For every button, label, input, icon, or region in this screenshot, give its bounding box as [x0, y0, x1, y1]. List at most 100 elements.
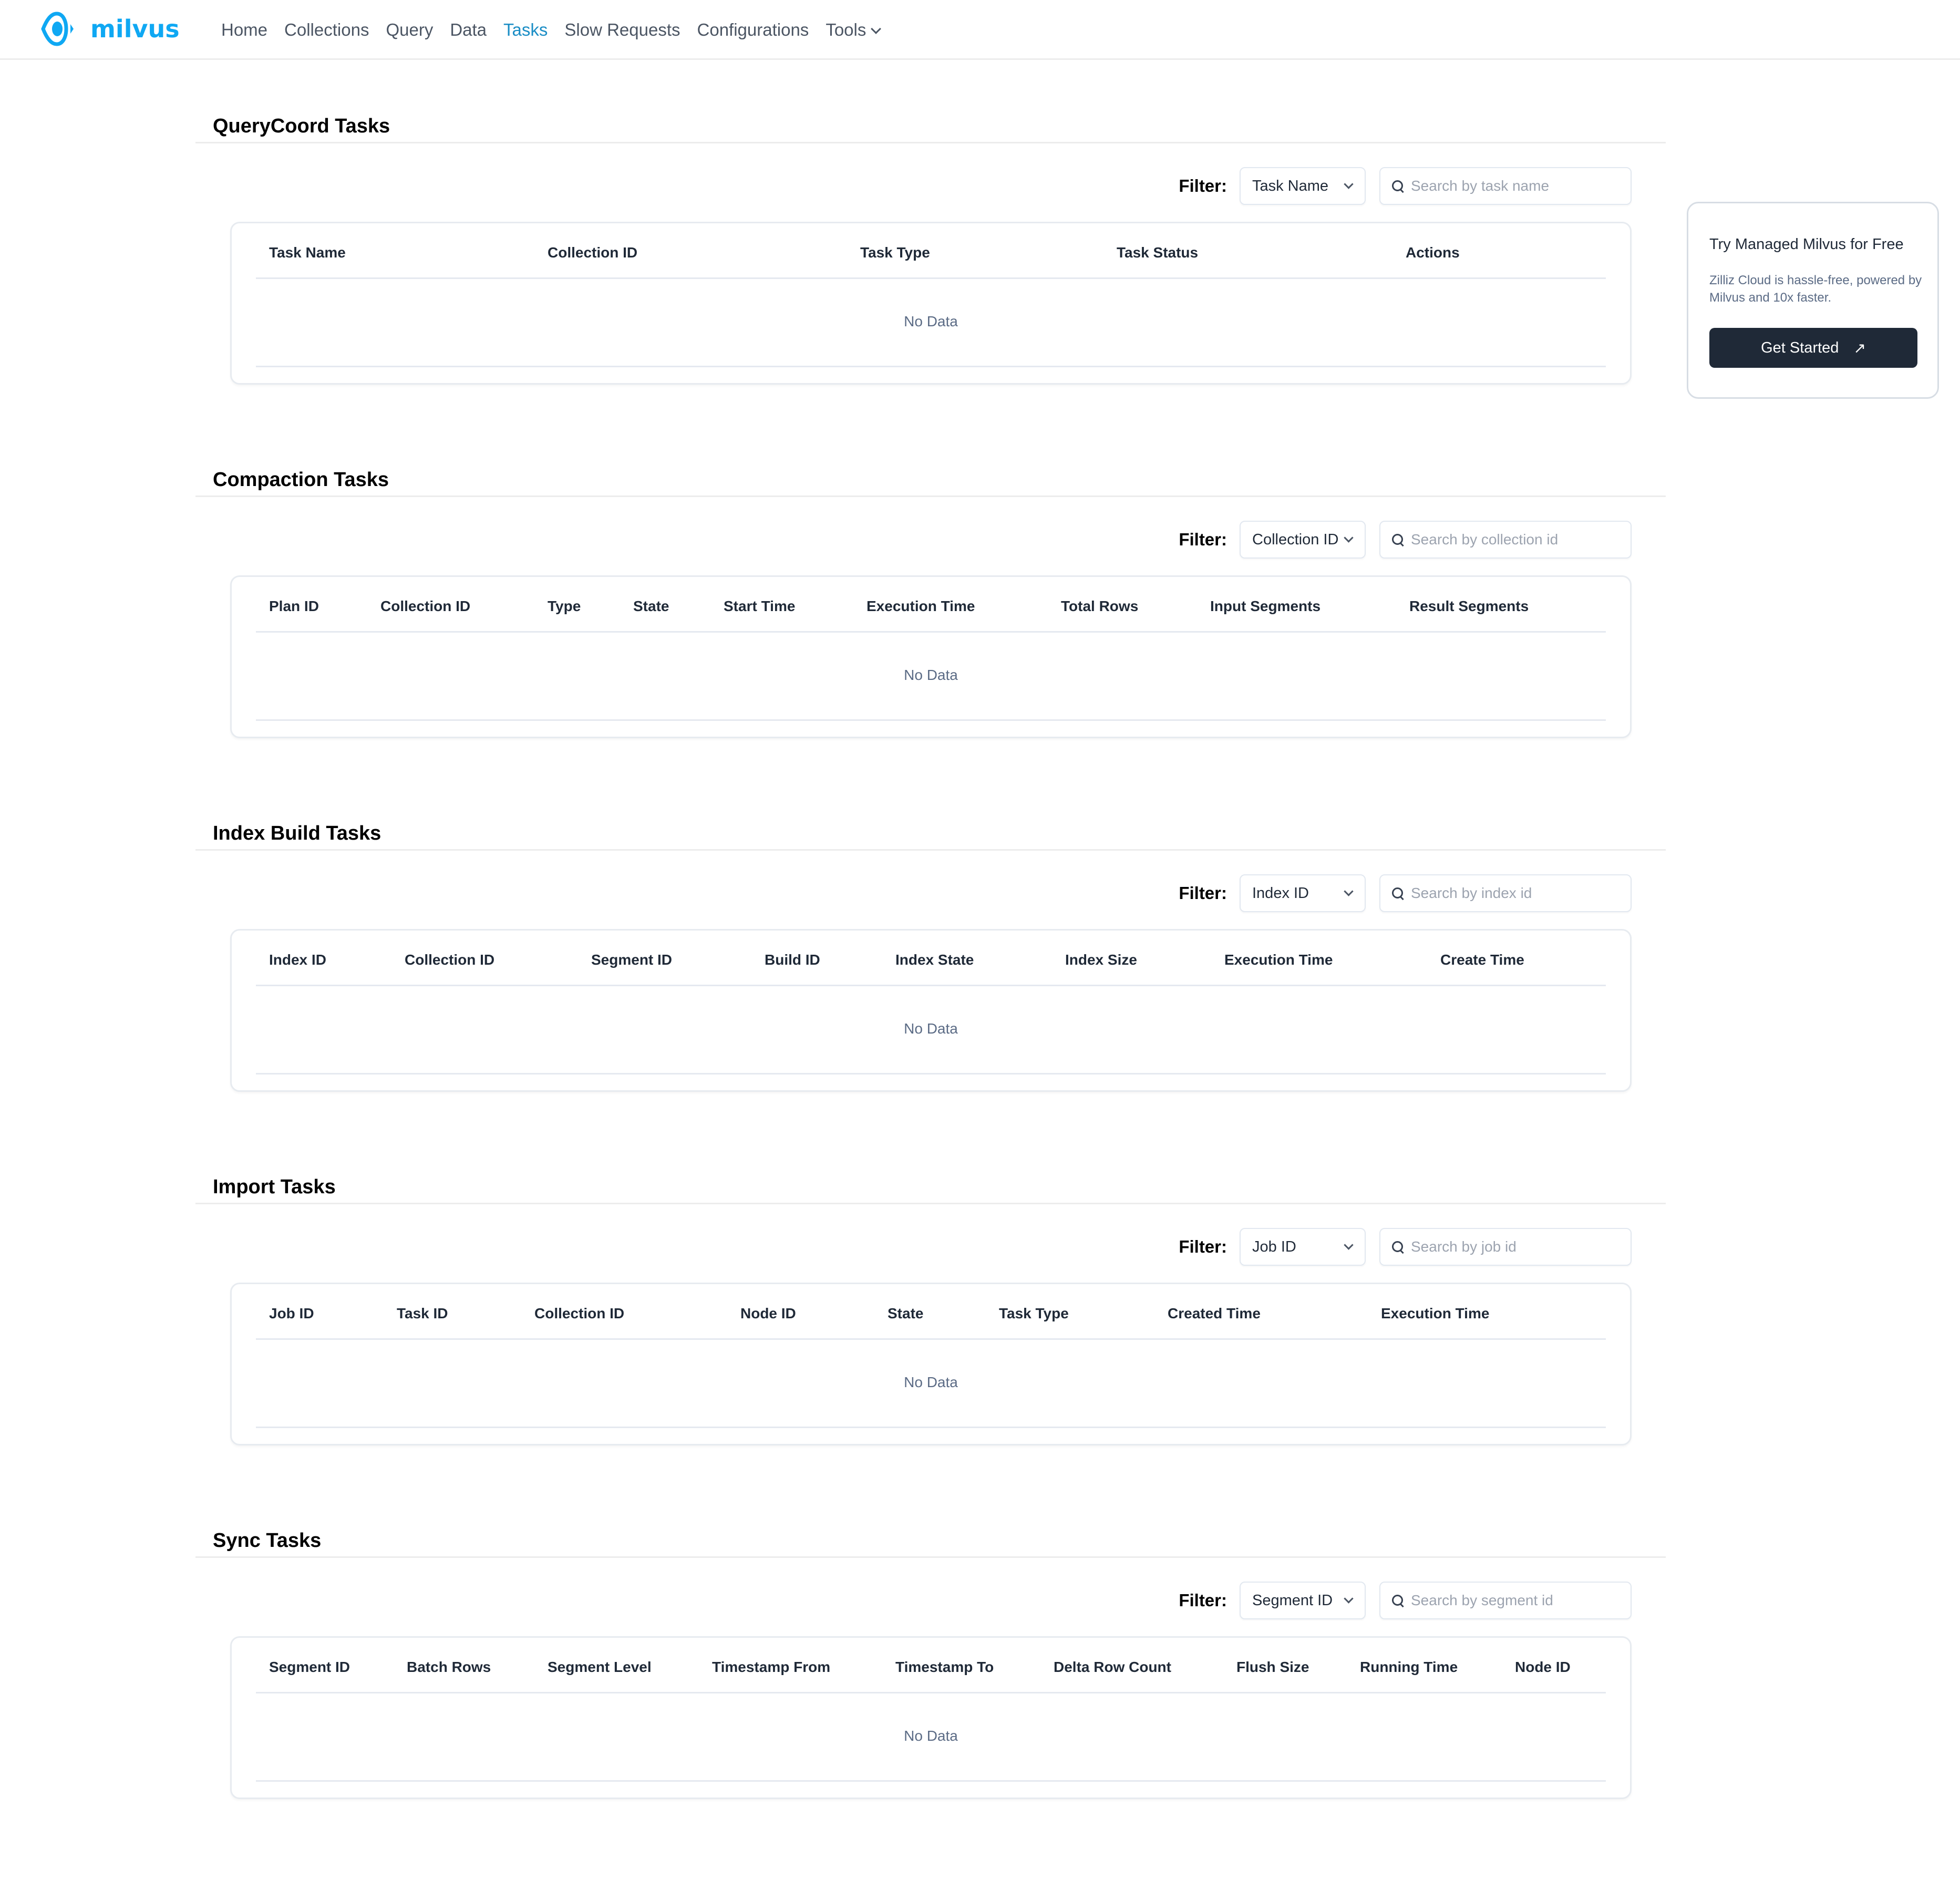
column-header[interactable]: Collection ID [405, 952, 494, 968]
column-header[interactable]: Index State [895, 952, 974, 968]
column-header[interactable]: Task Type [999, 1305, 1069, 1322]
filter-label: Filter: [1179, 1237, 1227, 1256]
get-started-label: Get Started [1761, 339, 1839, 356]
tasks-table: Task Name Collection ID Task Type Task S… [230, 222, 1632, 385]
column-header[interactable]: Create Time [1440, 952, 1524, 968]
column-header[interactable]: Build ID [765, 952, 820, 968]
filter-field-value: Segment ID [1252, 1592, 1333, 1609]
column-header[interactable]: Collection ID [548, 244, 637, 261]
filter-row: Filter: Job ID [1179, 1228, 1632, 1266]
filter-field-select[interactable]: Collection ID [1240, 521, 1366, 559]
table-header-row: Segment ID Batch Rows Segment Level Time… [256, 1638, 1606, 1693]
chevron-down-icon [1344, 1239, 1354, 1250]
chevron-down-icon [1344, 1593, 1354, 1604]
nav-item-configurations[interactable]: Configurations [697, 18, 809, 42]
promo-card: Try Managed Milvus for Free Zilliz Cloud… [1687, 202, 1939, 399]
table-bottom-border [256, 1780, 1606, 1782]
get-started-button[interactable]: Get Started ↗ [1709, 328, 1917, 368]
column-header[interactable]: Running Time [1360, 1659, 1458, 1676]
filter-field-value: Job ID [1252, 1238, 1296, 1255]
nav-item-tasks[interactable]: Tasks [503, 18, 548, 42]
column-header[interactable]: Task Name [269, 244, 346, 261]
search-icon [1391, 1594, 1405, 1607]
section-divider [195, 495, 1666, 497]
column-header[interactable]: Type [548, 598, 581, 615]
empty-state: No Data [904, 1020, 958, 1037]
column-header[interactable]: Segment Level [548, 1659, 652, 1676]
column-header[interactable]: Delta Row Count [1054, 1659, 1171, 1676]
column-header[interactable]: Plan ID [269, 598, 319, 615]
table-bottom-border [256, 1073, 1606, 1075]
search-box[interactable] [1379, 1228, 1632, 1266]
search-box[interactable] [1379, 1582, 1632, 1619]
search-input[interactable] [1411, 178, 1620, 194]
search-box[interactable] [1379, 874, 1632, 912]
section-title: Index Build Tasks [213, 822, 381, 844]
column-header[interactable]: Result Segments [1409, 598, 1529, 615]
search-box[interactable] [1379, 167, 1632, 205]
column-header[interactable]: Start Time [724, 598, 795, 615]
nav-item-home[interactable]: Home [221, 18, 267, 42]
column-header[interactable]: Timestamp To [895, 1659, 994, 1676]
section-title: QueryCoord Tasks [213, 115, 390, 137]
section-compaction-tasks: Compaction Tasks Filter: Collection ID P… [195, 464, 1666, 818]
filter-field-select[interactable]: Task Name [1240, 167, 1366, 205]
nav-item-slow-requests[interactable]: Slow Requests [564, 18, 680, 42]
brand-logo[interactable]: milvus [41, 12, 180, 46]
search-box[interactable] [1379, 521, 1632, 559]
section-querycoord-tasks: QueryCoord Tasks Filter: Task Name Task … [195, 110, 1666, 464]
column-header[interactable]: Input Segments [1210, 598, 1321, 615]
section-sync-tasks: Sync Tasks Filter: Segment ID Segment ID… [195, 1525, 1666, 1878]
nav-item-data[interactable]: Data [450, 18, 487, 42]
filter-field-select[interactable]: Job ID [1240, 1228, 1366, 1266]
column-header[interactable]: Node ID [740, 1305, 796, 1322]
nav-menu: Home Collections Query Data Tasks Slow R… [221, 18, 896, 42]
filter-label: Filter: [1179, 883, 1227, 903]
top-navigation: milvus Home Collections Query Data Tasks… [0, 0, 1960, 60]
search-input[interactable] [1411, 531, 1620, 548]
filter-row: Filter: Segment ID [1179, 1582, 1632, 1619]
column-header[interactable]: Execution Time [866, 598, 975, 615]
promo-description: Zilliz Cloud is hassle-free, powered by … [1709, 273, 1922, 305]
table-header-row: Plan ID Collection ID Type State Start T… [256, 577, 1606, 633]
column-header[interactable]: Collection ID [534, 1305, 624, 1322]
column-header[interactable]: Execution Time [1224, 952, 1333, 968]
column-header[interactable]: Batch Rows [407, 1659, 491, 1676]
column-header[interactable]: Segment ID [269, 1659, 350, 1676]
search-input[interactable] [1411, 1238, 1620, 1255]
search-icon [1391, 179, 1405, 193]
brand-name: milvus [90, 15, 180, 43]
nav-item-tools[interactable]: Tools [826, 18, 882, 42]
column-header[interactable]: Task ID [397, 1305, 448, 1322]
column-header[interactable]: Job ID [269, 1305, 314, 1322]
column-header[interactable]: Flush Size [1236, 1659, 1309, 1676]
empty-state: No Data [904, 667, 958, 683]
nav-item-collections[interactable]: Collections [284, 18, 369, 42]
filter-field-select[interactable]: Index ID [1240, 874, 1366, 912]
search-input[interactable] [1411, 1592, 1620, 1609]
column-header[interactable]: Segment ID [591, 952, 672, 968]
column-header[interactable]: Actions [1406, 244, 1460, 261]
column-header[interactable]: Task Status [1117, 244, 1198, 261]
column-header[interactable]: Timestamp From [712, 1659, 830, 1676]
column-header[interactable]: State [633, 598, 669, 615]
column-header[interactable]: Index ID [269, 952, 326, 968]
column-header[interactable]: Task Type [860, 244, 930, 261]
empty-state: No Data [904, 1728, 958, 1744]
search-input[interactable] [1411, 885, 1620, 902]
column-header[interactable]: Index Size [1065, 952, 1137, 968]
column-header[interactable]: Node ID [1515, 1659, 1571, 1676]
column-header[interactable]: Execution Time [1381, 1305, 1489, 1322]
empty-state: No Data [904, 1374, 958, 1390]
filter-label: Filter: [1179, 530, 1227, 549]
section-title: Import Tasks [213, 1176, 336, 1198]
column-header[interactable]: Total Rows [1061, 598, 1138, 615]
column-header[interactable]: State [888, 1305, 923, 1322]
column-header[interactable]: Collection ID [380, 598, 470, 615]
nav-item-query[interactable]: Query [386, 18, 433, 42]
column-header[interactable]: Created Time [1168, 1305, 1261, 1322]
table-header-row: Job ID Task ID Collection ID Node ID Sta… [256, 1284, 1606, 1340]
table-header-row: Index ID Collection ID Segment ID Build … [256, 931, 1606, 986]
filter-field-select[interactable]: Segment ID [1240, 1582, 1366, 1619]
search-icon [1391, 533, 1405, 546]
